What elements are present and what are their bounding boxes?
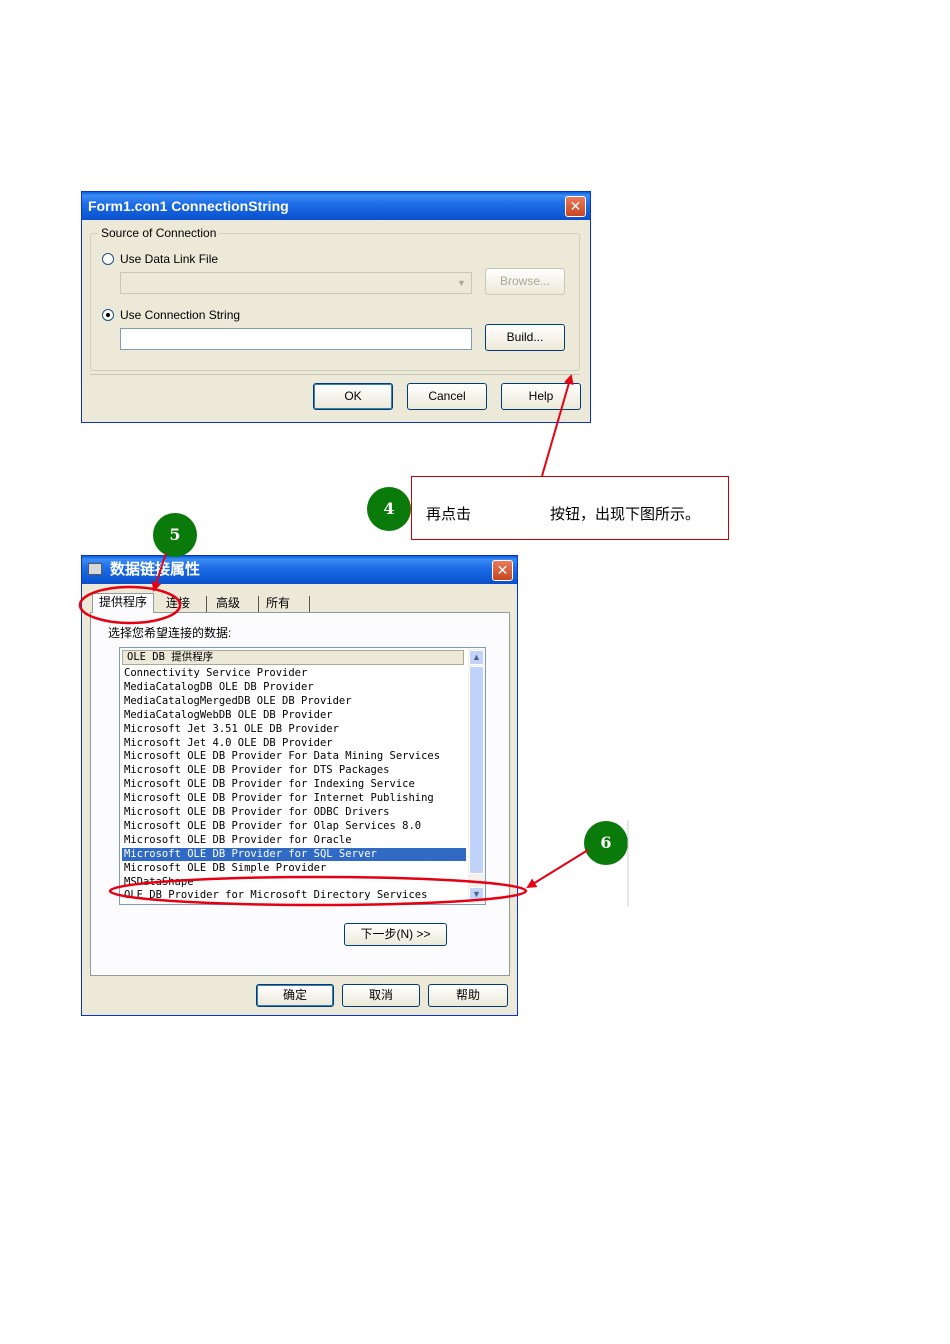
vertical-scrollbar[interactable]: ▲ ▼ xyxy=(468,649,485,903)
tab-provider[interactable]: 提供程序 xyxy=(92,593,154,613)
connection-string-input[interactable] xyxy=(120,328,472,350)
tab-connection[interactable]: 连接 xyxy=(158,595,198,613)
close-icon[interactable]: ✕ xyxy=(492,560,513,581)
dialog-title-bar[interactable]: 数据链接属性 xyxy=(82,556,517,584)
scroll-up-icon[interactable]: ▲ xyxy=(469,650,484,665)
step-6-badge: 6 xyxy=(584,821,628,865)
cancel-button[interactable]: 取消 xyxy=(342,984,420,1007)
help-button[interactable]: 帮助 xyxy=(428,984,508,1007)
list-item[interactable]: Microsoft Jet 3.51 OLE DB Provider xyxy=(122,723,466,736)
annotation-4-text-before: 再点击 xyxy=(426,505,472,523)
list-header[interactable]: OLE DB 提供程序 xyxy=(122,650,464,665)
data-link-properties-dialog: 数据链接属性 ✕ 提供程序 连接 高级 所有 选择您希望连接的数据: OLE D… xyxy=(81,555,518,1016)
list-item[interactable]: MediaCatalogMergedDB OLE DB Provider xyxy=(122,695,466,708)
provider-list[interactable]: OLE DB 提供程序 Connectivity Service Provide… xyxy=(119,647,486,905)
step-4-badge: 4 xyxy=(367,487,411,531)
list-item[interactable]: Connectivity Service Provider xyxy=(122,667,466,680)
list-item[interactable]: Microsoft OLE DB Provider for Internet P… xyxy=(122,792,466,805)
arrow-6 xyxy=(526,849,589,889)
app-icon xyxy=(88,563,102,575)
use-data-link-file-radio[interactable] xyxy=(102,253,114,265)
list-item[interactable]: MediaCatalogWebDB OLE DB Provider xyxy=(122,709,466,722)
step-5-badge: 5 xyxy=(153,513,197,557)
list-item[interactable]: Microsoft OLE DB Provider For Data Minin… xyxy=(122,750,466,763)
list-item[interactable]: Microsoft OLE DB Provider for Olap Servi… xyxy=(122,820,466,833)
build-button[interactable]: Build... xyxy=(485,324,565,351)
use-connection-string-label: Use Connection String xyxy=(120,308,241,322)
ok-button[interactable]: 确定 xyxy=(256,984,334,1007)
list-item[interactable]: Microsoft OLE DB Provider for Oracle xyxy=(122,834,466,847)
tab-separator xyxy=(309,596,310,612)
annotation-4-text-after: 按钮，出现下图所示。 xyxy=(550,505,701,523)
list-item[interactable]: Microsoft OLE DB Provider for SQL Server xyxy=(122,847,466,861)
ok-button[interactable]: OK xyxy=(313,383,393,410)
dialog-title: Form1.con1 ConnectionString xyxy=(88,198,289,214)
dialog-title-bar[interactable]: Form1.con1 ConnectionString xyxy=(82,192,590,220)
list-item[interactable]: OLE DB Provider for Microsoft Directory … xyxy=(122,889,466,902)
list-item[interactable]: MediaCatalogDB OLE DB Provider xyxy=(122,681,466,694)
tab-advanced[interactable]: 高级 xyxy=(210,595,246,613)
dialog-title: 数据链接属性 xyxy=(110,561,201,578)
tab-separator xyxy=(258,596,259,612)
connection-string-dialog: Form1.con1 ConnectionString ✕ Source of … xyxy=(81,191,591,423)
list-item[interactable]: Microsoft OLE DB Simple Provider xyxy=(122,862,466,875)
list-header-label: OLE DB 提供程序 xyxy=(127,651,214,663)
use-data-link-file-label: Use Data Link File xyxy=(120,252,219,266)
browse-button[interactable]: Browse... xyxy=(485,268,565,295)
help-button[interactable]: Help xyxy=(501,383,581,410)
provider-prompt: 选择您希望连接的数据: xyxy=(108,626,232,640)
chevron-down-icon[interactable]: ▼ xyxy=(453,274,470,292)
divider xyxy=(90,374,580,375)
data-link-file-combo[interactable]: ▼ xyxy=(120,272,472,294)
list-item[interactable]: Microsoft OLE DB Provider for ODBC Drive… xyxy=(122,806,466,819)
tab-all[interactable]: 所有 xyxy=(262,595,294,613)
annotation-4-callout: 再点击 按钮，出现下图所示。 xyxy=(411,476,729,540)
scroll-thumb[interactable] xyxy=(469,666,484,874)
tab-separator xyxy=(206,596,207,612)
list-item[interactable]: Microsoft OLE DB Provider for DTS Packag… xyxy=(122,764,466,777)
radio-selected-dot xyxy=(106,313,110,317)
list-item[interactable]: MSDataShape xyxy=(122,876,466,889)
group-label: Source of Connection xyxy=(98,226,220,240)
list-item[interactable]: Microsoft OLE DB Provider for Indexing S… xyxy=(122,778,466,791)
next-button[interactable]: 下一步(N) >> xyxy=(344,923,447,946)
cancel-button[interactable]: Cancel xyxy=(407,383,487,410)
use-connection-string-radio[interactable] xyxy=(102,309,114,321)
close-icon[interactable]: ✕ xyxy=(565,196,586,217)
scroll-down-icon[interactable]: ▼ xyxy=(469,887,484,902)
list-item[interactable]: Microsoft Jet 4.0 OLE DB Provider xyxy=(122,737,466,750)
